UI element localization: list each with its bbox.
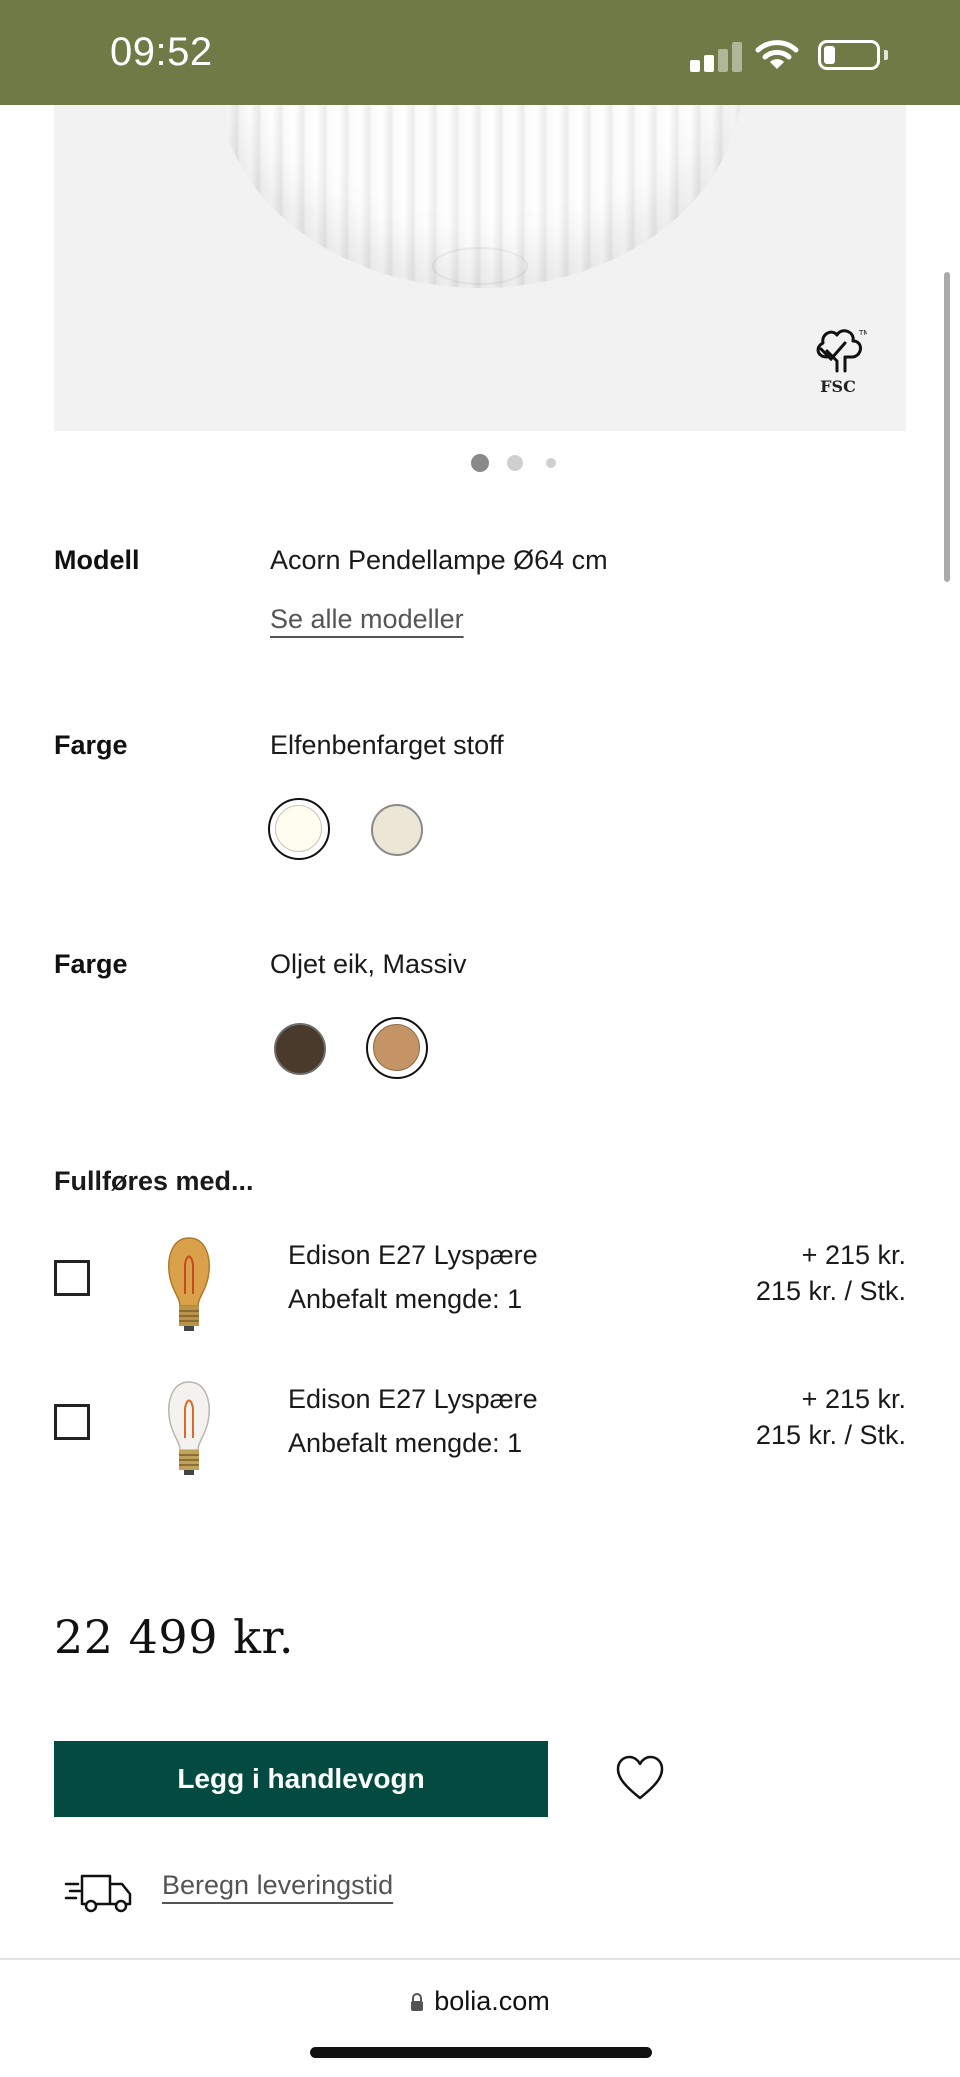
addon-price: + 215 kr. <box>801 1240 906 1270</box>
swatch-dark-oak[interactable] <box>274 1023 326 1075</box>
addon-name[interactable]: Edison E27 Lyspære <box>288 1240 538 1271</box>
status-bar: 09:52 <box>0 0 960 105</box>
lock-icon <box>410 1987 424 2011</box>
model-value: Acorn Pendellampe Ø64 cm <box>270 545 608 575</box>
clear-bulb-icon <box>168 1381 210 1475</box>
swatch-oiled-oak[interactable] <box>366 1017 428 1079</box>
color-label-fabric: Farge <box>54 730 128 760</box>
fsc-label: FSC <box>820 377 856 396</box>
carousel-dots <box>0 454 960 474</box>
addon-price: + 215 kr. <box>801 1384 906 1414</box>
addon-qty: Anbefalt mengde: 1 <box>288 1284 523 1314</box>
add-to-cart-button[interactable]: Legg i handlevogn <box>54 1741 548 1817</box>
browser-url-bar[interactable] <box>0 1960 960 2077</box>
product-image[interactable]: TM FSC <box>54 105 906 431</box>
color-value-wood: Oljet eik, Massiv <box>270 949 467 979</box>
product-price: 22 499 kr. <box>54 1610 295 1664</box>
tree-checkmark-icon: TM <box>816 329 867 373</box>
swatch-ivory[interactable] <box>268 798 330 860</box>
addon-unit-price: 215 kr. / Stk. <box>755 1276 906 1306</box>
carousel-dot-1[interactable] <box>471 454 489 472</box>
color-value-fabric: Elfenbenfarget stoff <box>270 730 504 760</box>
swatch-beige[interactable] <box>371 804 423 856</box>
scrollbar[interactable] <box>944 272 950 582</box>
amber-bulb-icon <box>168 1237 210 1331</box>
battery-icon <box>818 40 880 70</box>
signal-icon <box>690 42 742 72</box>
wifi-icon <box>755 40 799 69</box>
model-label: Modell <box>54 545 140 575</box>
carousel-dot-2[interactable] <box>507 455 523 471</box>
url-display[interactable]: bolia.com <box>0 1986 960 2017</box>
addon-row: Edison E27 Lyspære Anbefalt mengde: 1 + … <box>0 1226 960 1336</box>
fsc-logo: TM FSC <box>806 327 870 399</box>
carousel-dot-3[interactable] <box>546 458 556 468</box>
addon-qty: Anbefalt mengde: 1 <box>288 1428 523 1458</box>
delivery-time-link[interactable]: Beregn leveringstid <box>162 1870 393 1901</box>
status-time: 09:52 <box>110 30 213 74</box>
addon-name[interactable]: Edison E27 Lyspære <box>288 1384 538 1415</box>
addon-checkbox[interactable] <box>54 1404 90 1440</box>
truck-icon <box>64 1874 132 1913</box>
url-text: bolia.com <box>434 1986 550 2016</box>
color-label-wood: Farge <box>54 949 128 979</box>
addon-checkbox[interactable] <box>54 1260 90 1296</box>
svg-text:TM: TM <box>858 329 867 337</box>
see-all-models-link[interactable]: Se alle modeller <box>270 604 464 635</box>
addon-row: Edison E27 Lyspære Anbefalt mengde: 1 + … <box>0 1370 960 1480</box>
addons-title: Fullføres med... <box>54 1166 254 1196</box>
home-indicator[interactable] <box>310 2047 652 2058</box>
heart-icon[interactable] <box>615 1754 665 1802</box>
addon-unit-price: 215 kr. / Stk. <box>755 1420 906 1450</box>
